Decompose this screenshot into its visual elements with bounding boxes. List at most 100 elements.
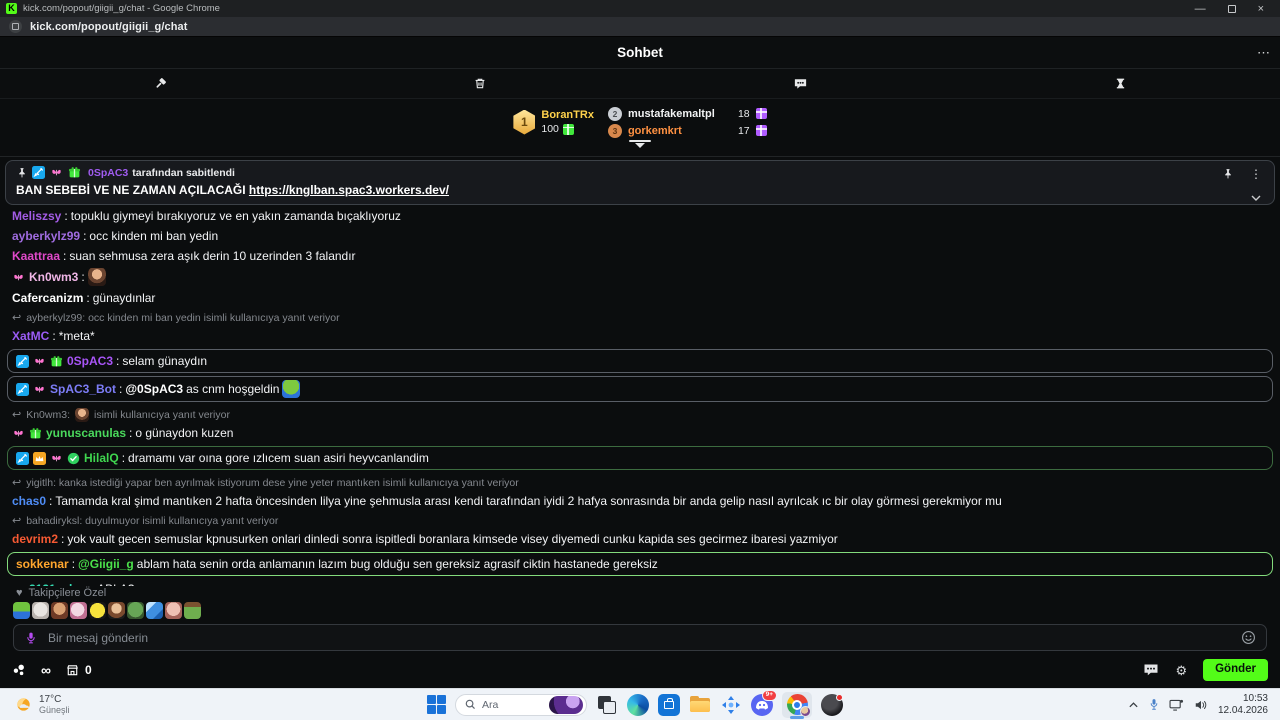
taskbar-clock[interactable]: 10:53 12.04.2026 [1218,693,1268,716]
username[interactable]: Meliszsy [12,208,61,224]
face-emote[interactable] [165,602,182,619]
slow-mode-tab[interactable] [960,69,1280,98]
pin-icon [19,167,25,178]
party-frog-emote[interactable] [282,380,301,398]
shop-counter[interactable]: 0 [65,663,92,678]
girl-emote[interactable] [87,268,106,286]
chat-settings-bubble-icon[interactable] [1143,663,1159,677]
chat-message[interactable]: ↩ Kn0wm3: isimli kullanıcıya yanıt veriyor… [0,405,1280,443]
girl-emote[interactable] [108,602,125,619]
search-highlight-image[interactable] [549,695,583,714]
username[interactable]: yunuscanulas [46,425,126,441]
close-button[interactable]: × [1258,3,1264,15]
message-input[interactable]: Bir mesaj gönderin [13,624,1267,651]
chat-message[interactable]: Meliszsy: topuklu giymeyi bırakıyoruz ve … [0,206,1280,226]
frog-suit-emote[interactable] [13,602,30,619]
tray-chevron-icon[interactable] [1128,701,1139,709]
message-text: *meta* [58,329,95,343]
chat-message[interactable]: Kaattraa: suan sehmusa zera aşık derin 10… [0,246,1280,266]
chrome-icon-active[interactable] [782,691,812,719]
chat-message-highlighted[interactable]: 0SpAC3: selam günaydın [7,349,1273,373]
username[interactable]: SpAC3_Bot [50,381,116,397]
chat-message[interactable]: ↩ ayberkylz99: occ kinden mi ban yedin is… [0,308,1280,346]
username[interactable]: HilalQ [84,450,119,466]
edge-icon[interactable] [627,693,649,716]
pepe-hat-emote[interactable] [184,602,201,619]
kick-favicon: K [6,3,17,14]
taskbar-search[interactable]: Ara [455,693,587,716]
leaderboard-collapse-chevron[interactable] [629,140,651,148]
pinned-message[interactable]: 0SpAC3 tarafından sabitlendi BAN SEBEBİ … [5,160,1275,205]
username[interactable]: Cafercanizm [12,290,83,306]
quick-emote-row[interactable] [13,602,201,619]
username[interactable]: chas0 [12,493,46,509]
minimize-button[interactable]: — [1195,3,1206,15]
pinned-menu-icon[interactable]: ⋮ [1250,167,1262,181]
followers-only-label: ♥ Takipçilere Özel [16,587,107,599]
discord-icon[interactable]: 9+ [751,689,777,716]
delete-tab[interactable] [320,69,640,98]
chat-message[interactable]: Kn0wm3: [0,266,1280,288]
chat-message[interactable]: ↩ yigitlh: kanka istediği yapar ben ayrıl… [0,473,1280,511]
blue-app-icon[interactable] [720,694,742,716]
chat-message-highlighted[interactable]: SpAC3_Bot: @0SpAC3 as cnm hoşgeldin [7,376,1273,402]
header-menu-icon[interactable]: ⋯ [1257,45,1270,61]
task-view-button[interactable] [596,694,618,716]
tab-search-icon[interactable] [9,20,22,33]
pinned-collapse-chevron[interactable] [1250,194,1262,202]
username[interactable]: devrim2 [12,531,58,547]
rank-3-badge: 3 [607,123,622,138]
pinned-link[interactable]: https://knglban.spac3.workers.dev/ [249,183,449,197]
username[interactable]: 2121cyber [29,581,88,586]
username[interactable]: sokkenar [16,556,69,572]
chat-message[interactable]: 2121cyber:ABLA? [0,579,1280,586]
community-dots-icon[interactable] [12,663,27,678]
gavel-tab[interactable] [0,69,320,98]
start-button[interactable] [427,695,446,714]
username[interactable]: XatMC [12,328,49,344]
chat-message-list[interactable]: Meliszsy: topuklu giymeyi bırakıyoruz ve … [0,206,1280,586]
file-explorer-icon[interactable] [689,694,711,716]
chat-message[interactable]: Cafercanizm: günaydınlar [0,288,1280,308]
sad-pepe-emote[interactable] [127,602,144,619]
moderator-badge-icon [32,166,45,179]
blue-letter-emote[interactable] [146,602,163,619]
white-cat-emote[interactable] [32,602,49,619]
message-text: o günaydon kuzen [135,426,234,440]
chat-message-highlighted[interactable]: sokkenar: @Giigii_g ablam hata senin ord… [7,552,1273,576]
maximize-button[interactable] [1227,4,1236,13]
username[interactable]: ayberkylz99 [12,228,80,244]
chat-message[interactable]: ayberkylz99: occ kinden mi ban yedin [0,226,1280,246]
tray-microphone-icon[interactable] [1149,698,1159,711]
gift-leaderboard[interactable]: 1 BoranTRx 100 2 mustafakemaltpl 18 3 go… [0,100,1280,144]
leaderboard-rank-2[interactable]: 2 mustafakemaltpl 18 [607,106,767,121]
send-button[interactable]: Gönder [1203,659,1268,681]
weather-widget[interactable]: 17°C Güneşli [0,694,180,715]
tray-speaker-icon[interactable] [1194,699,1208,711]
pinned-author[interactable]: 0SpAC3 [88,167,128,179]
chat-message[interactable]: ↩ bahadiryksl: duyulmuyor isimli kullanıc… [0,511,1280,549]
username[interactable]: 0SpAC3 [67,353,113,369]
username[interactable]: Kaattraa [12,248,60,264]
gear-icon[interactable]: ⚙ [1175,664,1187,677]
mustache-man-emote[interactable] [51,602,68,619]
leaderboard-rank-3[interactable]: 3 gorkemkrt 17 [607,123,767,138]
microphone-icon[interactable] [24,630,38,646]
username[interactable]: Kn0wm3 [29,269,78,285]
subscriber-butterfly-badge-icon [52,169,61,176]
pink-cat-emote[interactable] [70,602,87,619]
yellow-ball-emote[interactable] [89,602,106,619]
url-bar[interactable]: kick.com/popout/giigii_g/chat [0,17,1280,37]
microsoft-store-icon[interactable] [658,693,680,716]
chat-message-highlighted[interactable]: HilalQ: dramamı var oına gore ızlıcem sua… [7,446,1273,470]
mention[interactable]: @0SpAC3 [125,381,183,397]
dark-app-icon[interactable] [821,693,843,716]
leaderboard-rank-1[interactable]: 1 BoranTRx 100 [513,109,594,135]
message-text: selam günaydın [122,354,208,368]
url-text[interactable]: kick.com/popout/giigii_g/chat [30,21,188,33]
chat-mode-tab[interactable] [640,69,960,98]
tray-network-icon[interactable] [1169,699,1184,711]
mention[interactable]: @Giigii_g [78,556,134,572]
pin-toggle-icon[interactable] [1222,168,1234,180]
emoji-picker-icon[interactable] [1241,630,1256,645]
